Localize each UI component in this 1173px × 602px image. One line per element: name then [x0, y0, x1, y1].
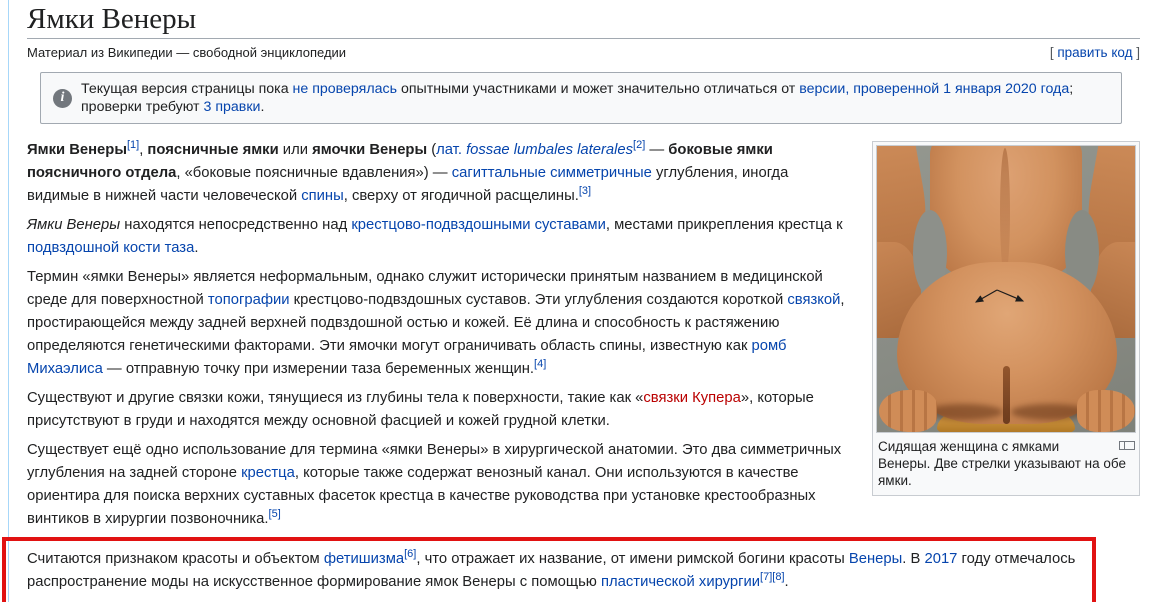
text-segment: . — [784, 574, 789, 590]
red-annotation-box: Считаются признаком красоты и объектом ф… — [2, 537, 1096, 602]
wiki-link[interactable]: крестцово-подвздошными суставами — [351, 217, 606, 233]
wiki-link[interactable]: править код — [1057, 45, 1132, 60]
wiki-link[interactable]: сагиттальные симметричные — [452, 165, 652, 181]
wiki-link[interactable]: [2] — [633, 139, 645, 151]
wiki-link[interactable]: спины — [301, 188, 343, 204]
text-segment: Ямки Венеры — [27, 142, 127, 158]
text-segment: — отправную точку при измерении таза бер… — [102, 361, 535, 377]
wiki-link[interactable]: [3] — [579, 185, 591, 197]
footnote-ref[interactable]: [6] — [404, 548, 416, 560]
text-segment: — — [645, 142, 669, 158]
wiki-link[interactable]: [7] — [760, 571, 772, 583]
footnote-ref[interactable]: [5] — [269, 508, 281, 520]
wiki-link[interactable]: версии, проверенной 1 января 2020 года — [799, 81, 1069, 97]
footnote-ref[interactable]: [4] — [534, 358, 546, 370]
wiki-link[interactable]: [6] — [404, 548, 416, 560]
content-left-border — [8, 0, 9, 602]
unreviewed-version-banner: i Текущая версия страницы пока не провер… — [40, 72, 1122, 124]
wiki-link[interactable]: [8] — [772, 571, 784, 583]
footnote-ref[interactable]: [7] — [760, 571, 772, 583]
footnote-ref[interactable]: [1] — [127, 139, 139, 151]
banner-text: Текущая версия страницы пока не проверял… — [81, 80, 1109, 116]
article-body: Сидящая женщина с ямками Венеры. Две стр… — [2, 139, 1140, 602]
page-title: Ямки Венеры — [27, 4, 1140, 39]
image-caption: Сидящая женщина с ямками Венеры. Две стр… — [876, 433, 1136, 492]
paragraph: Считаются признаком красоты и объектом ф… — [27, 548, 1076, 594]
thumbnail-box: Сидящая женщина с ямками Венеры. Две стр… — [872, 141, 1140, 496]
subtitle-row: Материал из Википедии — свободной энцикл… — [27, 45, 1140, 61]
wikipedia-article-page: Ямки Венеры Материал из Википедии — своб… — [0, 0, 1173, 602]
text-segment: находятся непосредственно над — [120, 217, 352, 233]
text-segment: ( — [427, 142, 437, 158]
text-segment: . В — [902, 551, 925, 567]
wiki-link[interactable]: не проверялась — [293, 81, 397, 97]
text-segment: ямочки Венеры — [312, 142, 428, 158]
text-segment: , что отражает их название, от имени рим… — [416, 551, 849, 567]
caption-text: Сидящая женщина с ямками Венеры. Две стр… — [878, 439, 1126, 488]
dimples-of-venus-photo[interactable] — [876, 145, 1136, 433]
text-segment: поясничные ямки — [147, 142, 279, 158]
footnote-ref[interactable]: [2] — [633, 139, 645, 151]
edit-code-link[interactable]: [ править код ] — [1050, 45, 1140, 61]
bracket-text: ] — [1132, 45, 1140, 60]
wiki-link[interactable]: фетишизма — [324, 551, 404, 567]
text-segment: Существуют и другие связки кожи, тянущие… — [27, 390, 644, 406]
site-subtitle: Материал из Википедии — свободной энцикл… — [27, 45, 347, 60]
text-segment: или — [278, 142, 313, 158]
wiki-link[interactable]: связкой — [787, 292, 840, 308]
wiki-link[interactable]: [4] — [534, 358, 546, 370]
wiki-link[interactable]: [5] — [269, 508, 281, 520]
text-segment: , «боковые поясничные вдавления») — — [176, 165, 452, 181]
wiki-link[interactable]: подвздошной кости таза — [27, 240, 194, 256]
wiki-link[interactable]: пластической хирургии — [601, 574, 760, 590]
magnify-icon[interactable] — [1119, 441, 1135, 452]
text-segment: Ямки Венеры — [27, 217, 121, 233]
wiki-link[interactable]: [1] — [127, 139, 139, 151]
text-segment: , сверху от ягодичной расщелины. — [343, 188, 579, 204]
text-segment: , местами прикрепления крестца к — [605, 217, 843, 233]
wiki-link[interactable]: крестца — [241, 465, 295, 481]
content-area: Ямки Венеры Материал из Википедии — своб… — [2, 0, 1140, 602]
wiki-link[interactable]: 3 правки — [204, 99, 261, 115]
text-segment: Считаются признаком красоты и объектом — [27, 551, 324, 567]
text-segment: опытными участниками и может значительно… — [397, 81, 800, 97]
footnote-ref[interactable]: [8] — [772, 571, 784, 583]
wiki-link[interactable]: 2017 — [924, 551, 957, 567]
info-circle-icon: i — [53, 88, 72, 108]
text-segment: . — [194, 240, 199, 256]
wiki-link[interactable]: топографии — [208, 292, 290, 308]
wiki-link[interactable]: Венеры — [849, 551, 902, 567]
red-link[interactable]: связки Купера — [643, 390, 740, 406]
text-segment: Текущая версия страницы пока — [81, 81, 293, 97]
wiki-link[interactable]: fossae lumbales laterales — [466, 142, 633, 158]
footnote-ref[interactable]: [3] — [579, 185, 591, 197]
wiki-link[interactable]: лат. — [436, 142, 462, 158]
dimple-arrows-annotation — [974, 289, 1025, 303]
text-segment: крестцово-подвздошных суставов. Эти углу… — [289, 292, 788, 308]
text-segment: . — [260, 99, 265, 115]
